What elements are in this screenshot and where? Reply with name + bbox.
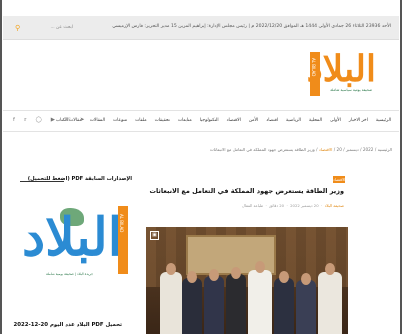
nav-item[interactable]: منوعات: [113, 118, 127, 123]
nav-item[interactable]: متابعات: [178, 118, 192, 123]
photo-head: [187, 271, 197, 283]
social-icons: f 𝕣 ◯ ▶ ☏ ➤: [13, 117, 85, 123]
nav-item[interactable]: الأولى: [330, 118, 341, 123]
nav-item[interactable]: تحقيقات: [155, 118, 170, 123]
sidebar-divider: [20, 181, 64, 182]
date-ticker: الأحد 23936 الثلاثاء 26 جمادى الأولى 144…: [112, 24, 391, 29]
photo-head: [279, 271, 289, 283]
breadcrumb: الرئيسية / 2022 / ديسمبر / 20 / الاقتصاد…: [209, 147, 392, 152]
logo-side-bar: AL BILAD: [310, 52, 320, 96]
breadcrumb-item[interactable]: الاقتصاد: [319, 147, 333, 152]
search-input[interactable]: ابحث عن ...: [33, 22, 73, 34]
nav-item[interactable]: التكنولوجيا: [200, 118, 219, 123]
twitter-icon[interactable]: 𝕣: [24, 117, 27, 123]
meta-print[interactable]: طباعة المقال: [242, 203, 263, 208]
logo-caption: صحيفة يومية سياسية شاملة: [330, 88, 372, 92]
photo-person: [226, 274, 246, 334]
photo-person: [296, 280, 316, 334]
sidebar-logo-bar: AL BILAD: [118, 206, 128, 274]
nav-item[interactable]: الأمن: [249, 118, 258, 123]
instagram-icon[interactable]: ◯: [36, 117, 42, 123]
article-meta: صحيفة البلاد · 20 ديسمبر 2022 · 20 دقائق…: [242, 203, 344, 208]
photo-person: [274, 278, 294, 334]
search-icon[interactable]: ⚲: [15, 24, 23, 32]
breadcrumb-item[interactable]: 20: [337, 147, 342, 152]
nav-item[interactable]: ملفات: [135, 118, 147, 123]
nav-item[interactable]: المقالات: [90, 118, 105, 123]
main-nav: الرئيسية اخر الاخبار الأولى المحلية الري…: [3, 110, 399, 132]
nav-items: الرئيسية اخر الاخبار الأولى المحلية الري…: [56, 118, 391, 123]
photo-head: [325, 263, 335, 275]
breadcrumb-item[interactable]: الرئيسية: [378, 147, 392, 152]
nav-item[interactable]: اخر الاخبار: [349, 118, 368, 123]
photo-head: [166, 263, 176, 275]
article-title: وزير الطاقة يستعرض جهود المملكة في التعا…: [149, 187, 344, 195]
top-bar: الأحد 23936 الثلاثاء 26 جمادى الأولى 144…: [3, 16, 399, 40]
meta-author[interactable]: صحيفة البلاد: [325, 203, 344, 208]
photo-person: [160, 272, 182, 334]
nav-item[interactable]: اقتصاد: [266, 118, 278, 123]
facebook-icon[interactable]: f: [13, 117, 15, 123]
site-logo[interactable]: البلاد AL BILAD صحيفة يومية سياسية شاملة: [302, 44, 392, 98]
nav-item[interactable]: الرئيسية: [376, 118, 391, 123]
nav-item[interactable]: المحلية: [309, 118, 322, 123]
photo-person: [248, 270, 272, 334]
meta-date: 20 ديسمبر 2022: [290, 203, 319, 208]
breadcrumb-item[interactable]: 2022: [363, 147, 374, 152]
sidebar-logo-caption: جريدة البلاد | صحيفة يومية شاملة: [46, 272, 94, 276]
photo-head: [209, 269, 219, 281]
sidebar-logo-text: البلاد: [22, 207, 123, 268]
breadcrumb-item[interactable]: ديسمبر: [346, 147, 359, 152]
photo-head: [255, 261, 265, 273]
telegram-icon[interactable]: ➤: [80, 117, 85, 123]
nav-item[interactable]: الرياضية: [286, 118, 301, 123]
youtube-icon[interactable]: ▶: [51, 117, 55, 123]
whatsapp-icon[interactable]: ☏: [64, 117, 71, 123]
photo-person: [182, 278, 202, 334]
photo-head: [231, 267, 241, 279]
photo-person: [204, 276, 224, 334]
photo-person: [318, 272, 342, 334]
meta-time: 20 دقائق: [269, 203, 285, 208]
nav-item[interactable]: الاقتصاد: [227, 118, 241, 123]
photo-head: [301, 273, 311, 285]
category-badge[interactable]: الاقتصاد: [333, 176, 345, 183]
sidebar-logo[interactable]: البلاد AL BILAD جريدة البلاد | صحيفة يوم…: [12, 202, 132, 282]
breadcrumb-current: وزير الطاقة يستعرض جهود المملكة في التعا…: [209, 147, 315, 152]
article-photo: ▣: [146, 227, 348, 334]
spa-logo-icon: ▣: [150, 231, 159, 240]
pdf-download-title[interactable]: تحميل PDF البلاد عدد اليوم 20-12-2022: [14, 322, 122, 328]
